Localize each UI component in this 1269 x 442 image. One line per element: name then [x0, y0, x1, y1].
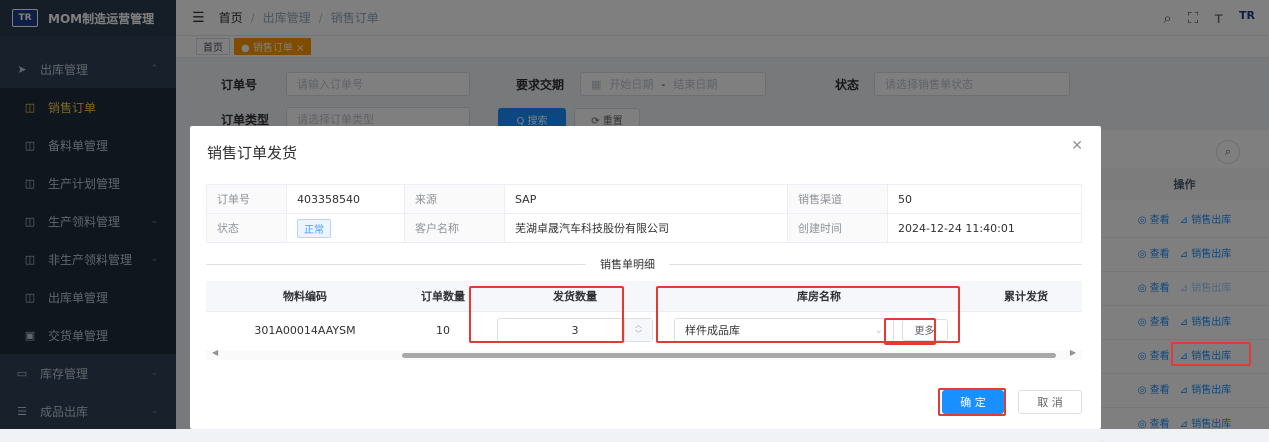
highlight-box [884, 318, 936, 345]
scroll-right-icon[interactable]: ▶ [1070, 348, 1076, 357]
decrement-icon[interactable]: ﹀ [635, 330, 642, 339]
source-value: SAP [504, 184, 788, 214]
info-label: 状态 [206, 213, 287, 243]
ship-dialog: 销售订单发货 ✕ 订单号 403358540 来源 SAP 销售渠道 50 状态… [190, 126, 1101, 429]
info-label: 销售渠道 [787, 184, 888, 214]
info-label: 来源 [404, 184, 505, 214]
customer-value: 芜湖卓晟汽车科技股份有限公司 [504, 213, 788, 243]
scrollbar-thumb[interactable] [402, 353, 1056, 358]
highlight-box [938, 388, 1006, 416]
info-label: 订单号 [206, 184, 287, 214]
detail-section-title: 销售单明细 [586, 256, 669, 272]
created-time-value: 2024-12-24 11:40:01 [887, 213, 1082, 243]
highlight-box [1171, 342, 1251, 366]
channel-value: 50 [887, 184, 1082, 214]
material-code: 301A00014AAYSM [254, 323, 356, 337]
dialog-title: 销售订单发货 [207, 144, 298, 162]
increment-icon[interactable]: ︿ [635, 321, 642, 330]
info-label: 创建时间 [787, 213, 888, 243]
column-header: 累计发货 [970, 281, 1082, 312]
close-icon[interactable]: ✕ [1071, 138, 1083, 154]
cancel-button[interactable]: 取 消 [1018, 390, 1082, 414]
stepper-controls: ︿ ﹀ [624, 319, 652, 342]
scroll-left-icon[interactable]: ◀ [212, 348, 218, 357]
highlight-box [469, 286, 624, 343]
status-cell: 正常 [286, 213, 405, 243]
status-badge: 正常 [297, 218, 331, 238]
order-no-value: 403358540 [286, 184, 405, 214]
order-info-table: 订单号 403358540 来源 SAP 销售渠道 50 状态 正常 客户名称 … [206, 184, 1082, 243]
info-label: 客户名称 [404, 213, 505, 243]
horizontal-scrollbar[interactable]: ◀ ▶ [206, 348, 1082, 360]
cumulative-shipped [970, 311, 1082, 349]
column-header: 物料编码 [206, 281, 404, 312]
